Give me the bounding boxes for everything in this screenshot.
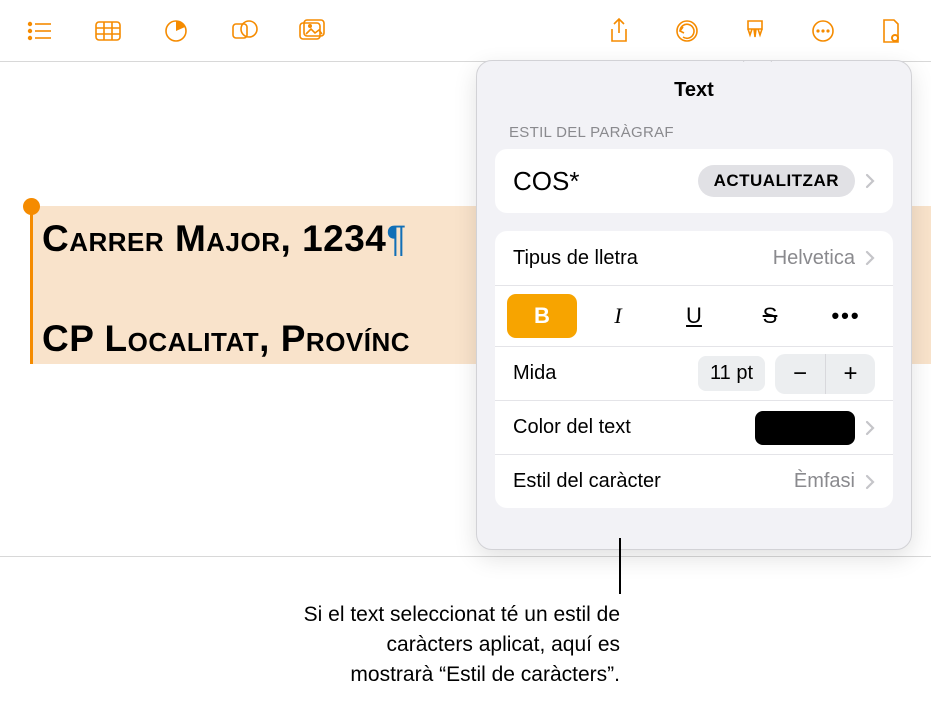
pilcrow-icon: ¶ [386, 218, 406, 259]
style-segmented-control: B I U S ••• [495, 285, 893, 346]
character-style-label: Estil del caràcter [513, 470, 794, 493]
size-value[interactable]: 11 pt [698, 356, 765, 391]
text-format-card: Tipus de lletra Helvetica B I U S ••• Mi… [495, 231, 893, 508]
chart-pie-icon[interactable] [156, 11, 196, 51]
text-color-swatch[interactable] [755, 411, 855, 445]
format-brush-icon[interactable] [735, 11, 775, 51]
doc-text-1: Carrer Major, 1234 [42, 218, 386, 259]
popover-title: Text [477, 61, 911, 124]
toolbar-left-group [6, 11, 346, 51]
font-label: Tipus de lletra [513, 247, 773, 270]
font-row[interactable]: Tipus de lletra Helvetica [495, 231, 893, 285]
undo-icon[interactable] [667, 11, 707, 51]
media-icon[interactable] [292, 11, 332, 51]
text-color-label: Color del text [513, 416, 755, 439]
share-icon[interactable] [599, 11, 639, 51]
size-label: Mida [513, 362, 698, 385]
callout-leader-line [619, 538, 621, 594]
strikethrough-button[interactable]: S [735, 294, 805, 338]
selection-caret [30, 208, 33, 364]
text-color-row[interactable]: Color del text [495, 400, 893, 454]
document-icon[interactable] [871, 11, 911, 51]
toolbar [0, 0, 931, 62]
paragraph-style-section-label: ESTIL DEL PARÀGRAF [477, 124, 911, 149]
document-line-2[interactable]: CP Localitat, Provínc [42, 318, 410, 360]
toolbar-right-group [585, 11, 925, 51]
chevron-right-icon [865, 173, 875, 189]
size-stepper: − + [775, 354, 875, 394]
underline-button[interactable]: U [659, 294, 729, 338]
size-row: Mida 11 pt − + [495, 346, 893, 400]
paragraph-style-name: COS* [513, 166, 698, 197]
shape-icon[interactable] [224, 11, 264, 51]
format-popover: Text ESTIL DEL PARÀGRAF COS* ACTUALITZAR… [476, 60, 912, 550]
callout-text: Si el text seleccionat té un estil de ca… [300, 600, 620, 689]
size-decrease-button[interactable]: − [775, 354, 825, 394]
italic-button[interactable]: I [583, 294, 653, 338]
character-style-row[interactable]: Estil del caràcter Èmfasi [495, 454, 893, 508]
font-value: Helvetica [773, 247, 855, 270]
paragraph-style-card: COS* ACTUALITZAR [495, 149, 893, 213]
more-icon[interactable] [803, 11, 843, 51]
chevron-right-icon [865, 420, 875, 436]
update-style-button[interactable]: ACTUALITZAR [698, 165, 855, 197]
chevron-right-icon [865, 250, 875, 266]
character-style-value: Èmfasi [794, 470, 855, 493]
chevron-right-icon [865, 474, 875, 490]
size-increase-button[interactable]: + [825, 354, 875, 394]
paragraph-style-row[interactable]: COS* ACTUALITZAR [495, 149, 893, 213]
document-line-1[interactable]: Carrer Major, 1234¶ [42, 218, 407, 260]
table-icon[interactable] [88, 11, 128, 51]
bold-button[interactable]: B [507, 294, 577, 338]
view-list-icon[interactable] [20, 11, 60, 51]
more-styles-button[interactable]: ••• [811, 294, 881, 338]
